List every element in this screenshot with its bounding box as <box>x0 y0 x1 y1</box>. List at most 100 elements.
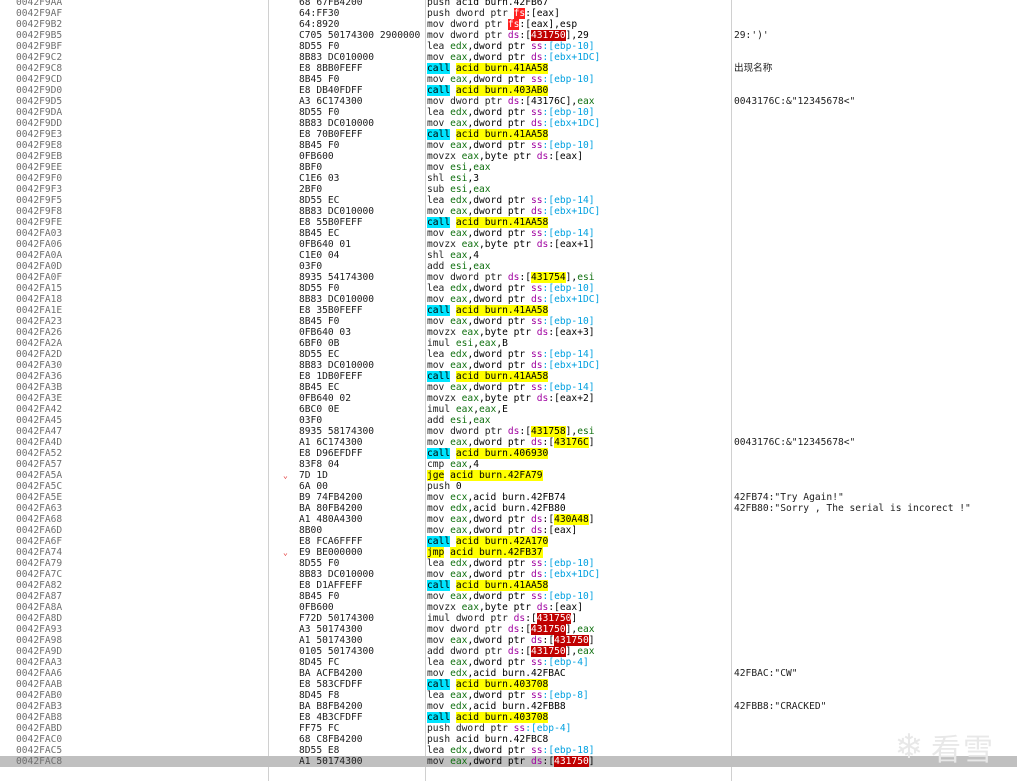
disasm-row[interactable]: 0042FA45 03F0 add esi,eax <box>0 415 1017 426</box>
disasm-row[interactable]: 0042FAB8 E8 4B3CFDFF call acid burn.403708 <box>0 712 1017 723</box>
disasm-row[interactable]: 0042FA8D F72D 50174300 imul dword ptr ds:[… <box>0 613 1017 624</box>
disasm-row[interactable]: 0042F9F0 C1E6 03 shl esi,3 <box>0 173 1017 184</box>
instruction-token: ], <box>565 272 578 283</box>
disasm-row[interactable]: 0042F9B5 C705 50174300 2900000 mov dword p… <box>0 30 1017 41</box>
instruction-token: 431750 <box>531 30 566 41</box>
disasm-row[interactable]: 0042FA6D 8B00 mov eax,dword ptr ds:[eax] <box>0 525 1017 536</box>
instruction-token: ds <box>530 569 543 580</box>
disasm-row[interactable]: 0042FAB3 BA B8FB4200 mov edx,acid burn.42F… <box>0 701 1017 712</box>
disasm-row[interactable]: 0042FA15 8D55 F0 lea edx,dword ptr ss:[ebp… <box>0 283 1017 294</box>
instruction-token: ] <box>588 437 595 448</box>
disasm-row[interactable]: 0042F9BF 8D55 F0 lea edx,dword ptr ss:[ebp… <box>0 41 1017 52</box>
instruction-token: lea <box>427 690 451 701</box>
disasm-row[interactable]: 0042FA57 83F8 04 cmp eax,4 <box>0 459 1017 470</box>
disasm-row[interactable]: 0042FAC0 68 C8FB4200 push acid burn.42FBC8 <box>0 734 1017 745</box>
disassembly-listing[interactable]: 0042F9AA 68 67FB4200 push acid burn.42FB67… <box>0 0 1017 767</box>
disasm-row[interactable]: 0042FA2A 6BF0 0B imul esi,eax,B <box>0 338 1017 349</box>
disasm-row[interactable]: 0042FA3B 8B45 EC mov eax,dword ptr ss:[ebp… <box>0 382 1017 393</box>
instruction-cell: cmp eax,4 <box>427 459 479 470</box>
disasm-row[interactable]: 0042FA7C 8B83 DC010000 mov eax,dword ptr d… <box>0 569 1017 580</box>
instruction-token: :[43176C], <box>519 96 578 107</box>
instruction-cell: push acid burn.42FBC8 <box>427 734 548 745</box>
disasm-row[interactable]: 0042FA42 6BC0 0E imul eax,eax,E <box>0 404 1017 415</box>
disasm-row[interactable]: 0042FA0F 8935 54174300 mov dword ptr ds:[4… <box>0 272 1017 283</box>
opcode-bytes-cell: 6BF0 0B <box>299 338 340 349</box>
disasm-row[interactable]: 0042FA9D 0105 50174300 add dword ptr ds:[4… <box>0 646 1017 657</box>
disasm-row[interactable]: 0042F9C2 8B83 DC010000 mov eax,dword ptr d… <box>0 52 1017 63</box>
disasm-row[interactable]: 0042FA18 8B83 DC010000 mov eax,dword ptr d… <box>0 294 1017 305</box>
disasm-row[interactable]: 0042FA4D A1 6C174300 mov eax,dword ptr ds:… <box>0 437 1017 448</box>
disasm-row[interactable]: 0042FA63 BA 80FB4200 mov edx,acid burn.42F… <box>0 503 1017 514</box>
disasm-row[interactable]: 0042FA8A 0FB600 movzx eax,byte ptr ds:[eax… <box>0 602 1017 613</box>
disasm-row[interactable]: 0042FA79 8D55 F0 lea edx,dword ptr ss:[ebp… <box>0 558 1017 569</box>
address-cell: 0042F9F0 <box>16 173 63 184</box>
disasm-row[interactable]: 0042F9D0 E8 DB40FDFF call acid burn.403AB0 <box>0 85 1017 96</box>
disasm-row[interactable]: 0042F9FE E8 55B0FEFF call acid burn.41AA58 <box>0 217 1017 228</box>
disasm-row[interactable]: 0042F9E8 8B45 F0 mov eax,dword ptr ss:[ebp… <box>0 140 1017 151</box>
disasm-row[interactable]: 0042F9EB 0FB600 movzx eax,byte ptr ds:[eax… <box>0 151 1017 162</box>
disasm-row[interactable]: 0042FA82 E8 D1AFFEFF call acid burn.41AA58 <box>0 580 1017 591</box>
instruction-token: call <box>427 712 451 723</box>
disasm-row[interactable]: 0042FA47 8935 58174300 mov dword ptr ds:[4… <box>0 426 1017 437</box>
instruction-token: ss <box>530 195 543 206</box>
instruction-token: :[ <box>519 624 531 635</box>
disasm-row[interactable]: 0042FA87 8B45 F0 mov eax,dword ptr ss:[ebp… <box>0 591 1017 602</box>
disasm-row[interactable]: 0042FA5C 6A 00 push 0 <box>0 481 1017 492</box>
disasm-row[interactable]: 0042FA5A ⌄ 7D 1D jge acid burn.42FA79 <box>0 470 1017 481</box>
address-cell: 0042FAA3 <box>16 657 63 668</box>
opcode-bytes-cell: 8D45 FC <box>299 657 340 668</box>
disasm-row[interactable]: 0042F9EE 8BF0 mov esi,eax <box>0 162 1017 173</box>
disasm-row[interactable]: 0042F9AF 64:FF30 push dword ptr fs:[eax] <box>0 8 1017 19</box>
opcode-bytes-cell: E8 D96EFDFF <box>299 448 363 459</box>
disasm-row[interactable]: 0042FA0D 03F0 add esi,eax <box>0 261 1017 272</box>
disasm-row[interactable]: 0042F9C8 E8 8BB0FEFF call acid burn.41AA58… <box>0 63 1017 74</box>
disasm-row[interactable]: 0042FA52 E8 D96EFDFF call acid burn.406930 <box>0 448 1017 459</box>
disasm-row[interactable]: 0042FA23 8B45 F0 mov eax,dword ptr ss:[ebp… <box>0 316 1017 327</box>
disasm-row[interactable]: 0042FAC5 8D55 E8 lea edx,dword ptr ss:[ebp… <box>0 745 1017 756</box>
disasm-row[interactable]: 0042FA36 E8 1DB0FEFF call acid burn.41AA58 <box>0 371 1017 382</box>
disasm-row[interactable]: 0042FA30 8B83 DC010000 mov eax,dword ptr d… <box>0 360 1017 371</box>
disasm-row[interactable]: 0042FA98 A1 50174300 mov eax,dword ptr ds:… <box>0 635 1017 646</box>
disasm-row[interactable]: 0042F9F5 8D55 EC lea edx,dword ptr ss:[ebp… <box>0 195 1017 206</box>
disasm-row[interactable]: 0042FAC8 A1 50174300 mov eax,dword ptr ds:… <box>0 756 1017 767</box>
address-cell: 0042FA3B <box>16 382 63 393</box>
instruction-token: call <box>427 580 451 591</box>
disasm-row[interactable]: 0042FA5E B9 74FB4200 mov ecx,acid burn.42F… <box>0 492 1017 503</box>
disasm-row[interactable]: 0042FAAB E8 583CFDFF call acid burn.403708 <box>0 679 1017 690</box>
disasm-row[interactable]: 0042F9CD 8B45 F0 mov eax,dword ptr ss:[ebp… <box>0 74 1017 85</box>
disasm-row[interactable]: 0042F9DA 8D55 F0 lea edx,dword ptr ss:[ebp… <box>0 107 1017 118</box>
opcode-bytes-cell: 8B00 <box>299 525 323 536</box>
disasm-row[interactable]: 0042FA2D 8D55 EC lea edx,dword ptr ss:[ebp… <box>0 349 1017 360</box>
instruction-token: ds <box>530 514 543 525</box>
disasm-row[interactable]: 0042FA0A C1E0 04 shl eax,4 <box>0 250 1017 261</box>
instruction-cell: mov eax,dword ptr ss:[ebp-10] <box>427 140 595 151</box>
disasm-row[interactable]: 0042F9F8 8B83 DC010000 mov eax,dword ptr d… <box>0 206 1017 217</box>
instruction-cell: push acid burn.42FB67 <box>427 0 548 8</box>
disasm-row[interactable]: 0042FA6F E8 FCA6FFFF call acid burn.42A170 <box>0 536 1017 547</box>
disasm-row[interactable]: 0042F9DD 8B83 DC010000 mov eax,dword ptr d… <box>0 118 1017 129</box>
disasm-row[interactable]: 0042F9B2 64:8920 mov dword ptr fs:[eax],es… <box>0 19 1017 30</box>
opcode-bytes-cell: 6A 00 <box>299 481 328 492</box>
disasm-row[interactable]: 0042FA3E 0FB640 02 movzx eax,byte ptr ds:[… <box>0 393 1017 404</box>
disasm-row[interactable]: 0042FAA3 8D45 FC lea eax,dword ptr ss:[ebp… <box>0 657 1017 668</box>
disasm-row[interactable]: 0042FA26 0FB640 03 movzx eax,byte ptr ds:[… <box>0 327 1017 338</box>
disasm-row[interactable]: 0042F9F3 2BF0 sub esi,eax <box>0 184 1017 195</box>
instruction-token: mov <box>427 52 451 63</box>
address-cell: 0042F9F8 <box>16 206 63 217</box>
disasm-row[interactable]: 0042FA1E E8 35B0FEFF call acid burn.41AA58 <box>0 305 1017 316</box>
disasm-row[interactable]: 0042FAB0 8D45 F8 lea eax,dword ptr ss:[ebp… <box>0 690 1017 701</box>
disasm-row[interactable]: 0042FA74 ⌄ E9 BE000000 jmp acid burn.42FB37 <box>0 547 1017 558</box>
disasm-row[interactable]: 0042FABD FF75 FC push dword ptr ss:[ebp-4] <box>0 723 1017 734</box>
disasm-row[interactable]: 0042FA93 A3 50174300 mov dword ptr ds:[431… <box>0 624 1017 635</box>
opcode-bytes-cell: E8 D1AFFEFF <box>299 580 363 591</box>
instruction-token: :[ebp-10] <box>542 41 595 52</box>
disasm-row[interactable]: 0042FAA6 BA ACFB4200 mov edx,acid burn.42F… <box>0 668 1017 679</box>
instruction-cell: mov ecx,acid burn.42FB74 <box>427 492 566 503</box>
disasm-row[interactable]: 0042F9E3 E8 70B0FEFF call acid burn.41AA58 <box>0 129 1017 140</box>
disasm-row[interactable]: 0042FA68 A1 480A4300 mov eax,dword ptr ds:… <box>0 514 1017 525</box>
instruction-cell: mov eax,dword ptr ds:[431750] <box>427 756 595 767</box>
disasm-row[interactable]: 0042F9AA 68 67FB4200 push acid burn.42FB67 <box>0 0 1017 8</box>
disasm-row[interactable]: 0042FA06 0FB640 01 movzx eax,byte ptr ds:[… <box>0 239 1017 250</box>
disasm-row[interactable]: 0042F9D5 A3 6C174300 mov dword ptr ds:[431… <box>0 96 1017 107</box>
disasm-row[interactable]: 0042FA03 8B45 EC mov eax,dword ptr ss:[ebp… <box>0 228 1017 239</box>
